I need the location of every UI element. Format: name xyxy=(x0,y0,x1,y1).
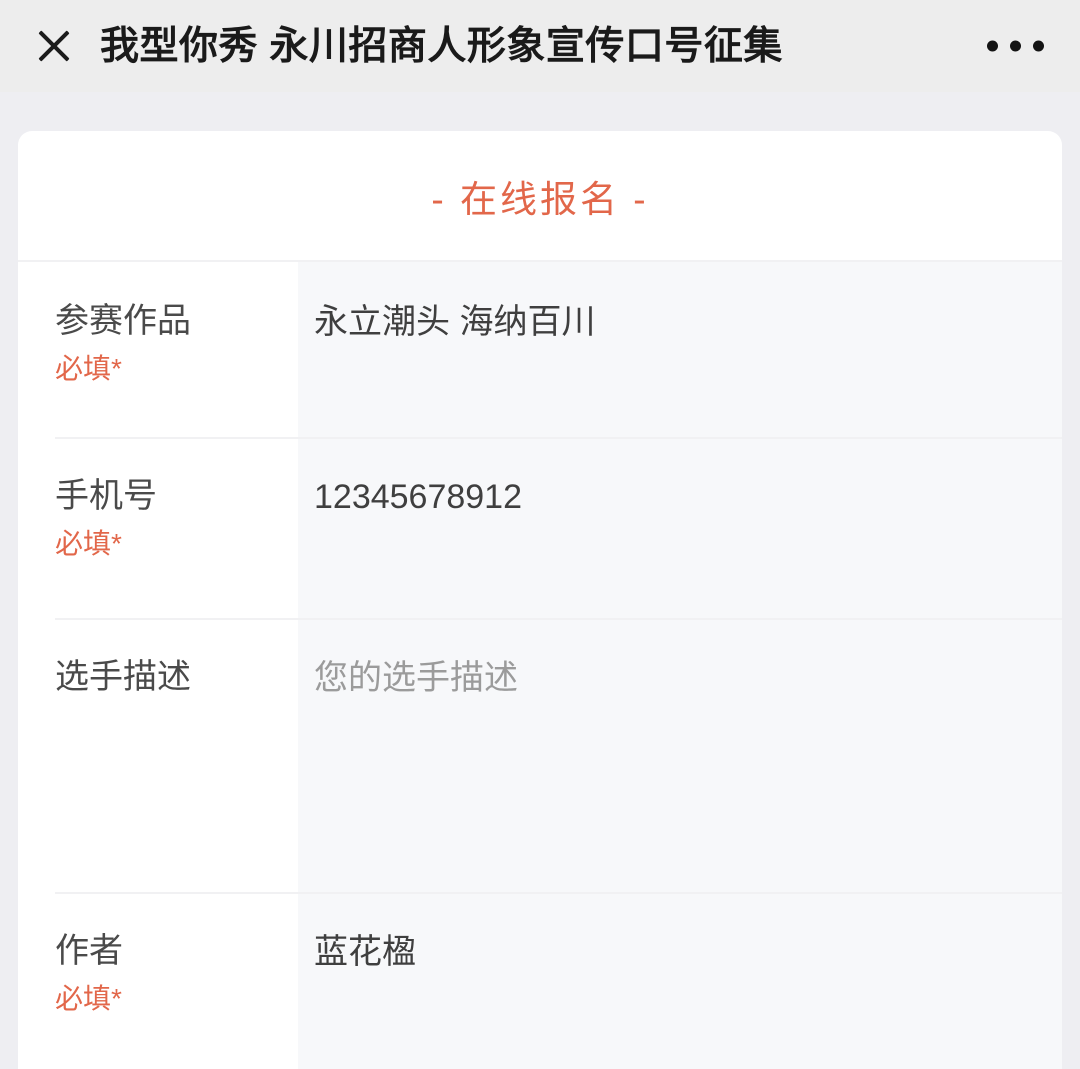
page-body: - 在线报名 - 参赛作品 必填* 永立潮头 海纳百川 手机号 必填* 1234… xyxy=(0,92,1080,1069)
form-row-label-cell: 选手描述 xyxy=(18,618,298,892)
form-row-phone-number[interactable]: 手机号 必填* 12345678912 xyxy=(18,437,1062,618)
field-label: 参赛作品 xyxy=(55,302,191,340)
more-dot-2 xyxy=(1010,40,1021,52)
form-card-title: - 在线报名 - xyxy=(431,178,649,220)
required-marker: 必填* xyxy=(55,352,122,384)
field-value: 永立潮头 海纳百川 xyxy=(314,303,596,341)
form-row-author[interactable]: 作者 必填* 蓝花楹 xyxy=(18,892,1062,1069)
field-placeholder: 您的选手描述 xyxy=(314,659,518,697)
author-input[interactable]: 蓝花楹 xyxy=(298,892,1062,1069)
more-dots-icon[interactable] xyxy=(987,40,1044,52)
phone-number-input[interactable]: 12345678912 xyxy=(298,437,1062,618)
field-label: 作者 xyxy=(55,932,123,970)
field-label: 手机号 xyxy=(55,477,157,515)
field-value: 12345678912 xyxy=(314,478,523,516)
more-dot-3 xyxy=(1033,40,1044,52)
form-card-header: - 在线报名 - xyxy=(18,131,1062,262)
close-icon[interactable] xyxy=(30,22,78,70)
top-navigation-bar: 我型你秀 永川招商人形象宣传口号征集 xyxy=(0,0,1080,92)
form-row-contestant-description[interactable]: 选手描述 您的选手描述 xyxy=(18,618,1062,892)
form-row-label-cell: 手机号 必填* xyxy=(18,437,298,618)
field-label: 选手描述 xyxy=(55,658,191,696)
form-row-entry-work[interactable]: 参赛作品 必填* 永立潮头 海纳百川 xyxy=(18,262,1062,437)
page-title: 我型你秀 永川招商人形象宣传口号征集 xyxy=(100,24,783,68)
required-marker: 必填* xyxy=(55,982,122,1014)
contestant-description-input[interactable]: 您的选手描述 xyxy=(298,618,1062,892)
form-row-label-cell: 作者 必填* xyxy=(18,892,298,1069)
entry-work-input[interactable]: 永立潮头 海纳百川 xyxy=(298,262,1062,437)
field-value: 蓝花楹 xyxy=(314,933,416,971)
registration-form-card: - 在线报名 - 参赛作品 必填* 永立潮头 海纳百川 手机号 必填* 1234… xyxy=(18,131,1062,1069)
required-marker: 必填* xyxy=(55,527,122,559)
form-row-label-cell: 参赛作品 必填* xyxy=(18,262,298,437)
more-dot-1 xyxy=(987,40,998,52)
